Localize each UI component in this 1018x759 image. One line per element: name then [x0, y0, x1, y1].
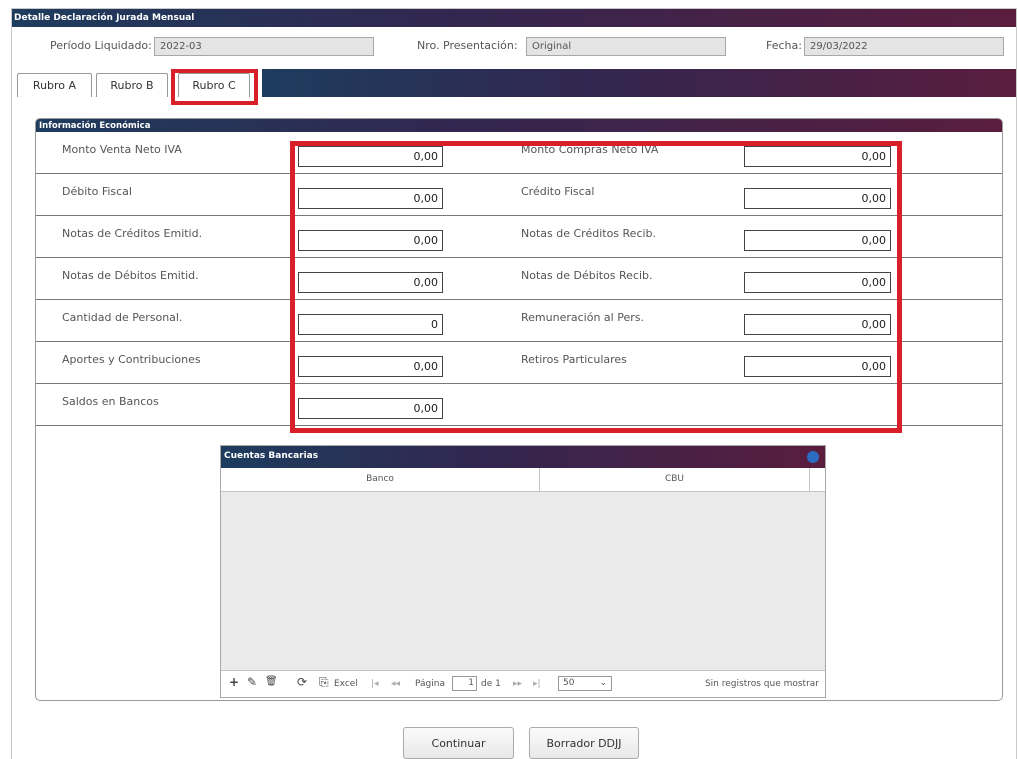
page-number-input[interactable]: 1	[452, 676, 477, 691]
page-size-value: 50	[563, 678, 575, 688]
declaration-detail-window: Detalle Declaración Jurada Mensual Perío…	[11, 8, 1017, 759]
page-total-label: de 1	[481, 679, 501, 689]
periodo-label: Período Liquidado:	[50, 39, 152, 52]
excel-icon[interactable]: ⎘	[319, 676, 329, 688]
bank-grid-title: Cuentas Bancarias	[221, 446, 825, 468]
first-page-icon[interactable]: |◂	[371, 678, 379, 690]
column-header-cbu[interactable]: CBU	[540, 468, 810, 492]
nd-emitid-label: Notas de Débitos Emitid.	[62, 269, 199, 282]
excel-export-button[interactable]: Excel	[334, 678, 358, 690]
tab-rubro-b[interactable]: Rubro B	[96, 73, 168, 97]
tab-highlight-box	[171, 69, 258, 105]
economic-info-title: Información Económica	[36, 119, 1002, 132]
cantidad-personal-label: Cantidad de Personal.	[62, 311, 183, 324]
last-page-icon[interactable]: ▸|	[533, 678, 541, 690]
fields-highlight-box	[290, 141, 902, 433]
aportes-label: Aportes y Contribuciones	[62, 353, 201, 366]
presentacion-label: Nro. Presentación:	[417, 39, 518, 52]
draft-ddjj-button[interactable]: Borrador DDJJ	[529, 727, 639, 759]
page-label: Página	[415, 679, 445, 689]
periodo-field[interactable]: 2022-03	[154, 37, 374, 56]
next-page-icon[interactable]: ▸▸	[513, 678, 522, 690]
edit-icon[interactable]: ✎	[247, 676, 257, 688]
continue-button[interactable]: Continuar	[403, 727, 514, 759]
grid-toolbar: + ✎ 🗑 ⟳ ⎘ Excel |◂ ◂◂ Página 1 de 1 ▸▸ ▸…	[221, 670, 825, 697]
bank-accounts-grid: Cuentas Bancarias Banco CBU + ✎ 🗑 ⟳ ⎘ Ex…	[220, 445, 826, 698]
refresh-icon[interactable]: ⟳	[297, 676, 307, 688]
page-size-select[interactable]: 50 ⌄	[558, 676, 612, 691]
collapse-icon[interactable]	[807, 451, 819, 463]
economic-info-panel: Información Económica Monto Venta Neto I…	[35, 118, 1003, 701]
bank-grid-columns: Banco CBU	[221, 468, 825, 492]
debito-fiscal-label: Débito Fiscal	[62, 185, 132, 198]
monto-venta-label: Monto Venta Neto IVA	[62, 143, 182, 156]
chevron-down-icon: ⌄	[599, 678, 607, 688]
empty-records-message: Sin registros que mostrar	[704, 679, 819, 689]
delete-icon[interactable]: 🗑	[265, 676, 278, 688]
prev-page-icon[interactable]: ◂◂	[391, 678, 400, 690]
tab-bar: Rubro A Rubro B Rubro C	[12, 69, 1016, 105]
saldos-bancos-label: Saldos en Bancos	[62, 395, 159, 408]
presentacion-field[interactable]: Original	[526, 37, 726, 56]
nc-emitid-label: Notas de Créditos Emitid.	[62, 227, 203, 240]
column-header-banco[interactable]: Banco	[221, 468, 540, 492]
fecha-label: Fecha:	[766, 39, 802, 52]
tab-strip	[262, 69, 1016, 97]
fecha-field[interactable]: 29/03/2022	[804, 37, 1004, 56]
tab-rubro-a[interactable]: Rubro A	[17, 73, 92, 97]
add-icon[interactable]: +	[229, 676, 239, 688]
window-title: Detalle Declaración Jurada Mensual	[12, 9, 1016, 27]
